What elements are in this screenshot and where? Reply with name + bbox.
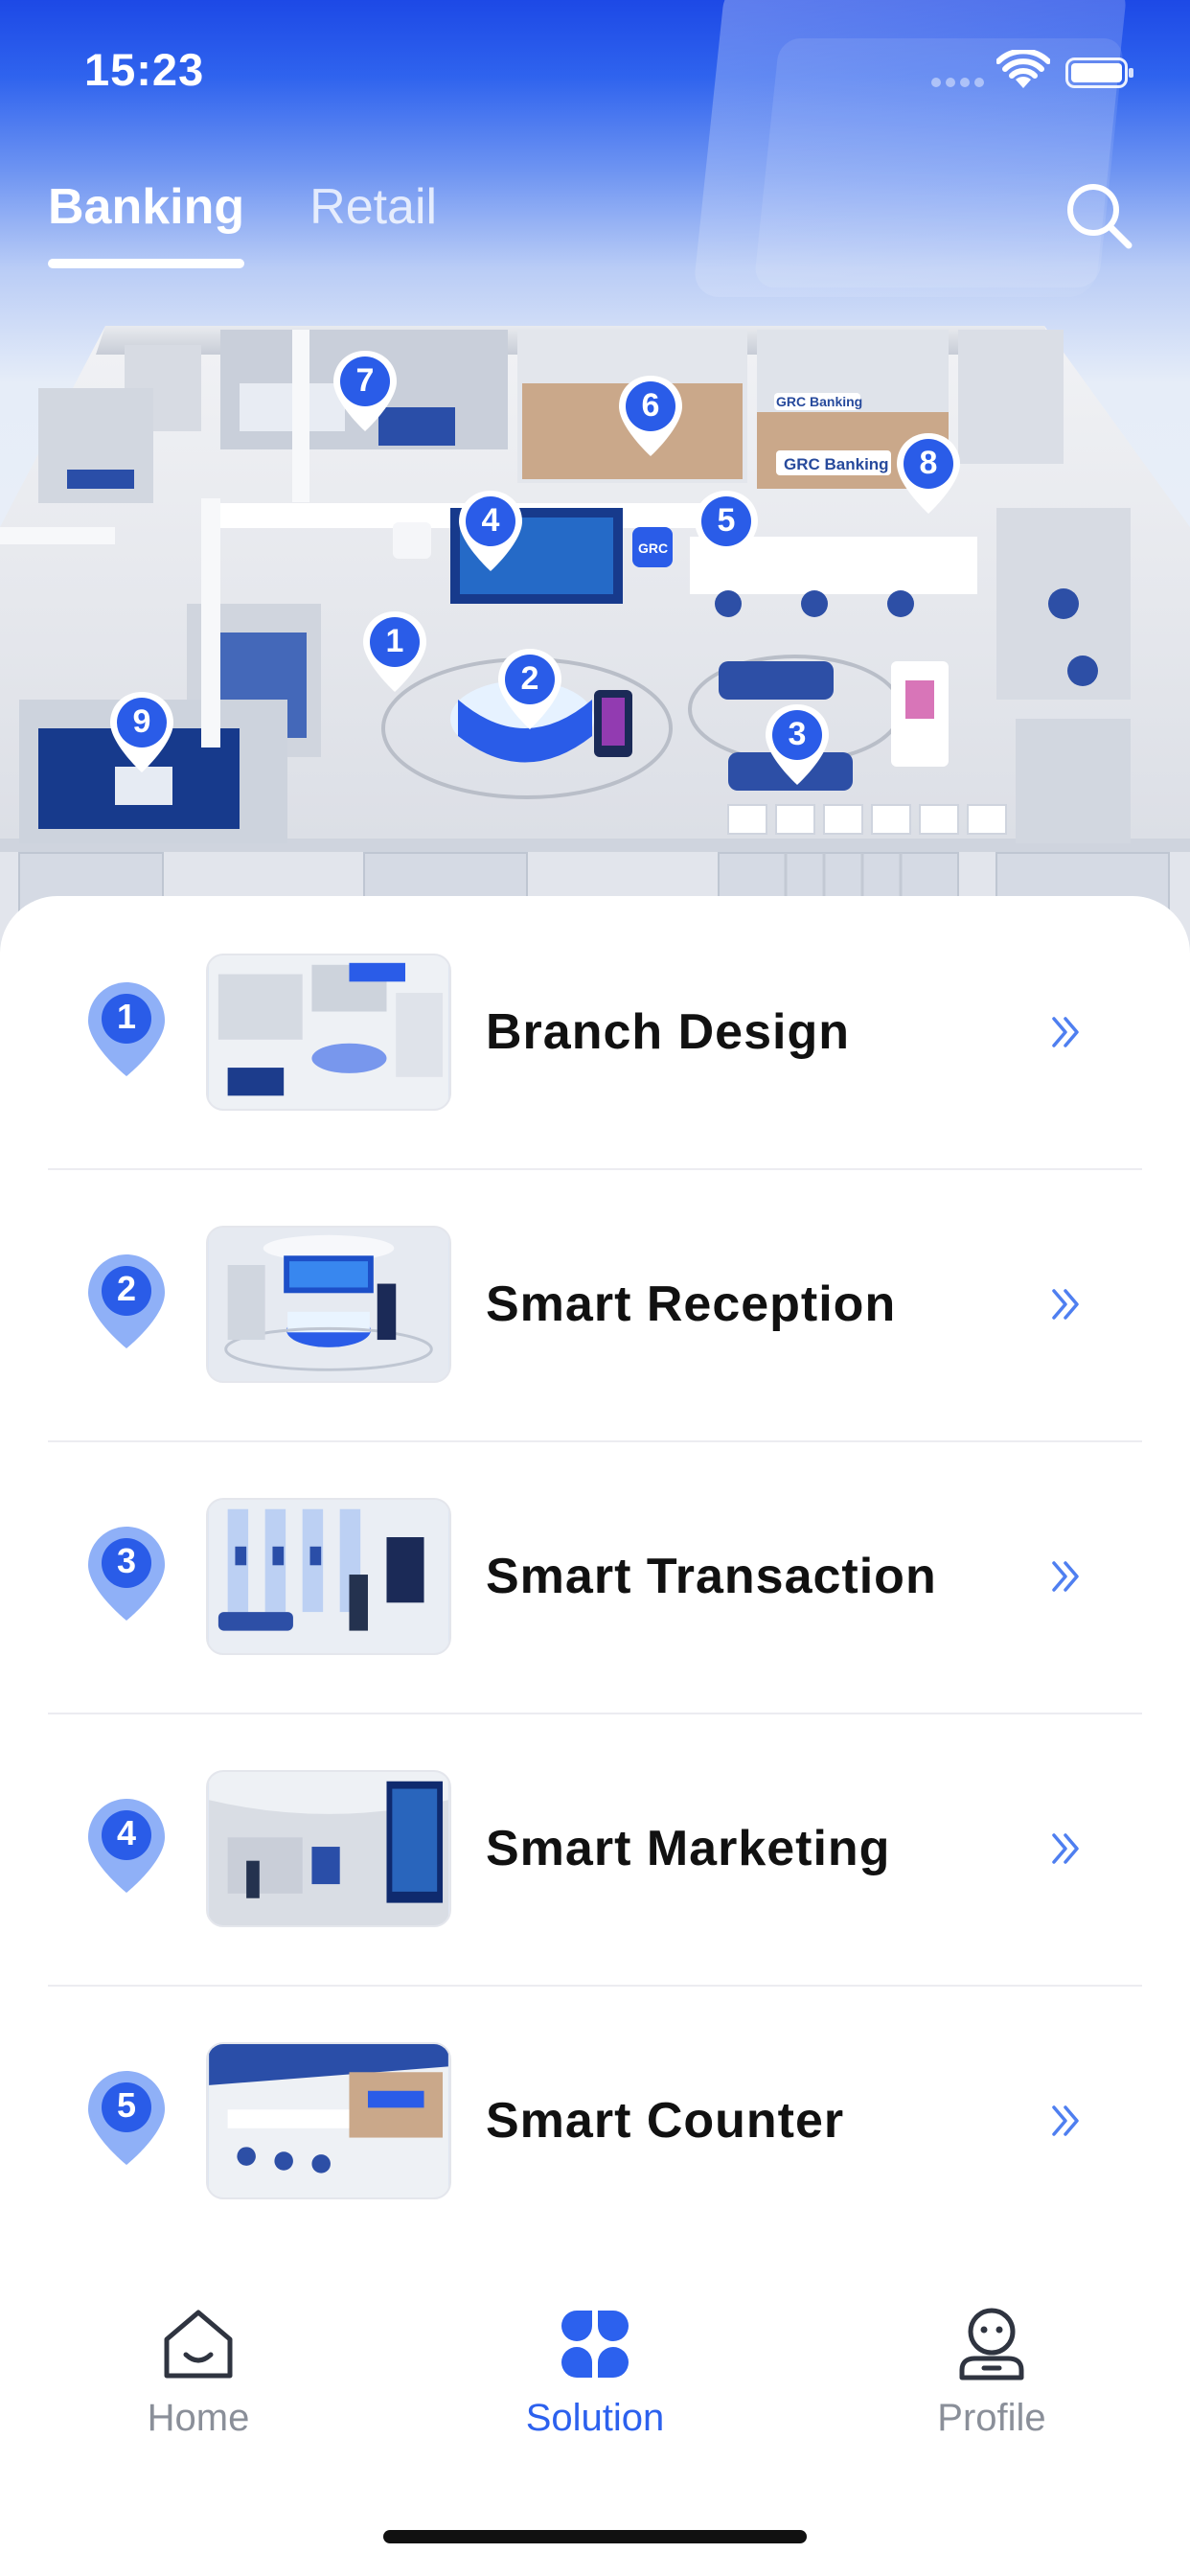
list-item-title: Smart Counter (486, 2093, 845, 2149)
status-time: 15:23 (84, 44, 205, 95)
double-chevron-right-icon (1052, 1561, 1079, 1592)
wifi-icon (996, 50, 1050, 88)
double-chevron-right-icon (1052, 1289, 1079, 1320)
list-pin: 3 (86, 1525, 167, 1624)
double-chevron-right-icon (1052, 1017, 1079, 1047)
battery-icon (1065, 58, 1133, 88)
map-pin-number: 1 (385, 623, 404, 659)
list-pin-number: 2 (116, 1269, 137, 1308)
list-pin-number: 3 (116, 1541, 137, 1580)
category-tabs: Banking Retail (48, 178, 437, 268)
smart-counter-thumbnail (206, 2042, 451, 2199)
map-pin-9[interactable]: 9 (106, 688, 177, 776)
list-item-title: Smart Transaction (486, 1549, 937, 1604)
tab-banking[interactable]: Banking (48, 178, 245, 268)
tab-retail[interactable]: Retail (309, 178, 437, 236)
nav-profile-label: Profile (937, 2397, 1046, 2439)
nav-solution-label: Solution (525, 2397, 665, 2439)
map-pin-8[interactable]: 8 (893, 429, 964, 518)
map-pin-2[interactable]: 2 (494, 645, 565, 733)
map-pin-7[interactable]: 7 (330, 347, 400, 435)
list-item-smart-reception[interactable]: 2 Smart Reception (48, 1168, 1142, 1442)
list-item-smart-marketing[interactable]: 4 Smart Marketing (48, 1713, 1142, 1987)
list-item-branch-design[interactable]: 1 Branch Design (48, 896, 1142, 1170)
list-pin: 1 (86, 980, 167, 1080)
list-pin-number: 5 (116, 2085, 137, 2125)
map-pin-3[interactable]: 3 (762, 701, 833, 789)
list-item-smart-transaction[interactable]: 3 Smart Transaction (48, 1440, 1142, 1714)
map-pin-4[interactable]: 4 (455, 487, 526, 575)
map-pin-number: 6 (641, 387, 660, 424)
solutions-list: 1 Branch Design 2 Smart Reception 3 Smar… (0, 896, 1190, 2276)
profile-icon (959, 2308, 1024, 2380)
map-pin-number: 8 (919, 445, 938, 481)
map-pin-number: 2 (520, 660, 539, 697)
home-indicator (383, 2530, 807, 2543)
map-pin-number: 7 (355, 362, 375, 399)
nav-home[interactable]: Home (83, 2305, 313, 2440)
brand-sign: GRC Banking (784, 455, 889, 473)
double-chevron-right-icon (1052, 2105, 1079, 2136)
smart-transaction-thumbnail (206, 1498, 451, 1655)
list-pin-number: 1 (116, 997, 137, 1036)
smart-marketing-thumbnail (206, 1770, 451, 1927)
map-pin-number: 5 (717, 502, 736, 539)
list-pin: 5 (86, 2069, 167, 2169)
list-pin: 4 (86, 1797, 167, 1897)
status-bar: 15:23 (0, 0, 1190, 134)
grid-clover-icon (561, 2311, 629, 2378)
list-item-title: Smart Marketing (486, 1821, 891, 1876)
smart-reception-thumbnail (206, 1226, 451, 1383)
map-pin-1[interactable]: 1 (359, 608, 430, 696)
list-item-title: Branch Design (486, 1004, 850, 1060)
nav-solution[interactable]: Solution (480, 2305, 710, 2440)
list-pin: 2 (86, 1253, 167, 1352)
nav-profile[interactable]: Profile (877, 2305, 1107, 2440)
branch-design-thumbnail (206, 954, 451, 1111)
logo-sign: GRC (638, 540, 668, 556)
map-pin-number: 3 (788, 716, 807, 752)
double-chevron-right-icon (1052, 1833, 1079, 1864)
map-pin-number: 9 (132, 703, 151, 740)
brand-sign: GRC Banking (776, 394, 862, 409)
search-icon[interactable] (1062, 178, 1134, 251)
nav-home-label: Home (147, 2397, 250, 2439)
list-item-title: Smart Reception (486, 1276, 897, 1332)
cellular-signal-icon (931, 75, 989, 92)
list-item-smart-counter[interactable]: 5 Smart Counter (48, 1985, 1142, 2257)
map-pin-6[interactable]: 6 (615, 372, 686, 460)
map-pin-5[interactable]: 5 (691, 487, 762, 575)
branch-floor-plan-illustration: GRC Banking GRC Banking GRC (0, 326, 1190, 958)
hero-header: GRC Banking GRC Banking GRC 1 2 3 4 5 6 … (0, 0, 1190, 958)
home-icon (164, 2310, 233, 2379)
map-pin-number: 4 (481, 502, 500, 539)
list-pin-number: 4 (116, 1813, 137, 1852)
